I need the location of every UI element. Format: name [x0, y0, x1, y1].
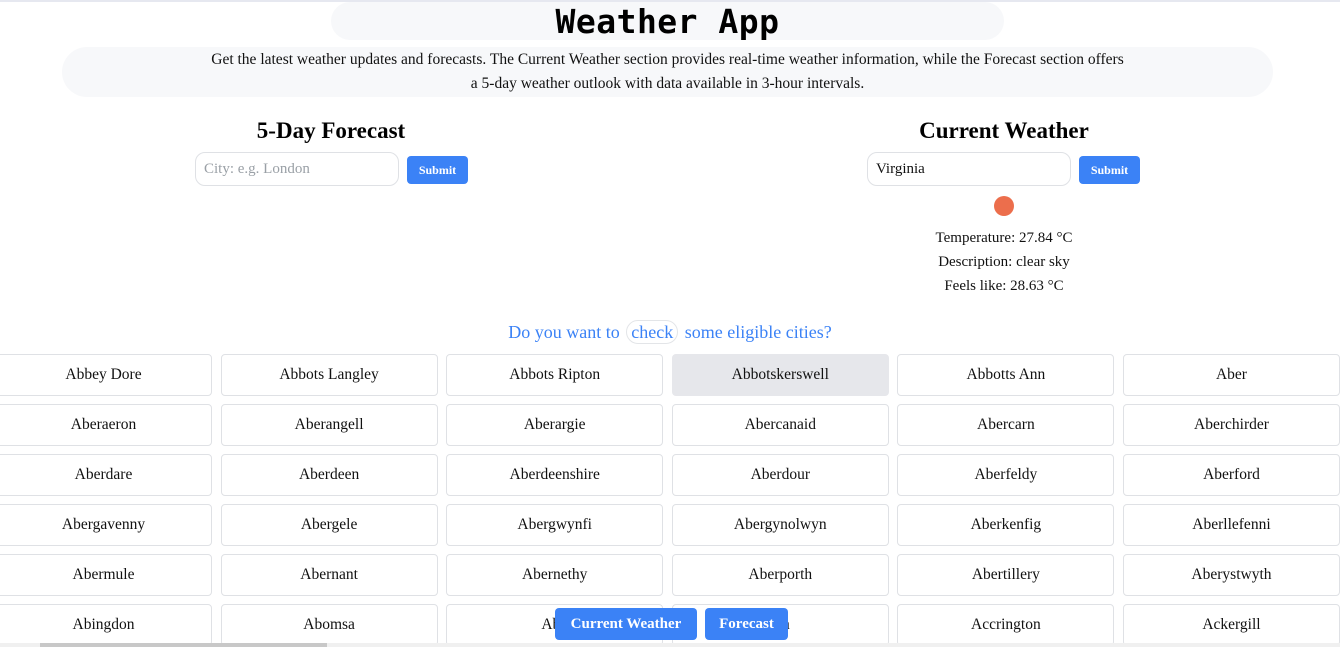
current-weather-section-title: Current Weather: [919, 118, 1089, 143]
city-grid: Abbey Dore Abbots Langley Abbots Ripton Abb…: [0, 354, 1340, 646]
city-item[interactable]: Ackergill: [1122, 604, 1340, 646]
description-banner: Get the latest weather updates and forec…: [62, 47, 1273, 97]
city-item[interactable]: Abergwynfi: [446, 504, 664, 546]
title-banner: Weather App: [331, 1, 1004, 41]
city-item[interactable]: Abomsa: [220, 604, 438, 646]
page-description: Get the latest weather updates and forec…: [211, 51, 1124, 92]
city-item[interactable]: Aberfeldy: [897, 454, 1115, 496]
city-item[interactable]: Aberargie: [446, 404, 664, 446]
city-item[interactable]: Abergynolwyn: [671, 504, 889, 546]
current-weather-info: Temperature: 27.84 °C Description: clear…: [854, 226, 1154, 298]
page-title: Weather App: [555, 1, 780, 41]
city-item[interactable]: Aberdour: [671, 454, 889, 496]
nav-current-weather-button[interactable]: Current Weather: [555, 608, 697, 640]
city-item[interactable]: Aberporth: [671, 554, 889, 596]
forecast-section-title: 5-Day Forecast: [256, 118, 406, 143]
city-item[interactable]: Abingdon: [0, 604, 212, 646]
forecast-submit-button[interactable]: Submit: [407, 156, 468, 184]
feels-like-text: Feels like: 28.63 °C: [944, 278, 1064, 294]
current-city-input[interactable]: [867, 152, 1071, 186]
city-item[interactable]: Aberford: [1122, 454, 1340, 496]
nav-forecast-button[interactable]: Forecast: [705, 608, 788, 640]
city-item[interactable]: Abbotskerswell: [671, 354, 889, 396]
city-item[interactable]: Aberystwyth: [1122, 554, 1340, 596]
city-item[interactable]: Accrington: [897, 604, 1115, 646]
city-item[interactable]: Aberaeron: [0, 404, 212, 446]
city-item[interactable]: Aberchirder: [1122, 404, 1340, 446]
city-item[interactable]: Aberdare: [0, 454, 212, 496]
eligible-suffix: some eligible cities?: [684, 322, 832, 342]
scrollbar-thumb[interactable]: [40, 643, 327, 647]
city-item[interactable]: Abercarn: [897, 404, 1115, 446]
city-item[interactable]: Abercanaid: [671, 404, 889, 446]
city-item[interactable]: Aberllefenni: [1122, 504, 1340, 546]
city-item[interactable]: Aberdeen: [220, 454, 438, 496]
current-submit-button[interactable]: Submit: [1079, 156, 1140, 184]
city-item[interactable]: Abbey Dore: [0, 354, 212, 396]
eligible-cities-prompt: Do you want to check some eligible citie…: [0, 320, 1340, 344]
forecast-city-input[interactable]: [195, 152, 399, 186]
city-item[interactable]: Aberdeenshire: [446, 454, 664, 496]
city-item[interactable]: Abertillery: [897, 554, 1115, 596]
horizontal-scrollbar[interactable]: [0, 643, 1340, 647]
city-item[interactable]: Abergele: [220, 504, 438, 546]
city-item[interactable]: Abermule: [0, 554, 212, 596]
eligible-prefix: Do you want to: [508, 322, 620, 342]
check-cities-link[interactable]: check: [626, 320, 679, 344]
city-item[interactable]: Aber: [1122, 354, 1340, 396]
city-item[interactable]: Abernant: [220, 554, 438, 596]
sun-icon: [994, 196, 1014, 216]
city-item[interactable]: Abbots Langley: [220, 354, 438, 396]
bottom-nav: Current Weather Forecast: [555, 608, 788, 640]
city-item[interactable]: Abernethy: [446, 554, 664, 596]
city-item[interactable]: Aberkenfig: [897, 504, 1115, 546]
description-text: Description: clear sky: [938, 254, 1070, 270]
city-item[interactable]: Abbotts Ann: [897, 354, 1115, 396]
city-item[interactable]: Aberangell: [220, 404, 438, 446]
city-item[interactable]: Abbots Ripton: [446, 354, 664, 396]
city-item[interactable]: Abergavenny: [0, 504, 212, 546]
temperature-text: Temperature: 27.84 °C: [935, 230, 1073, 246]
